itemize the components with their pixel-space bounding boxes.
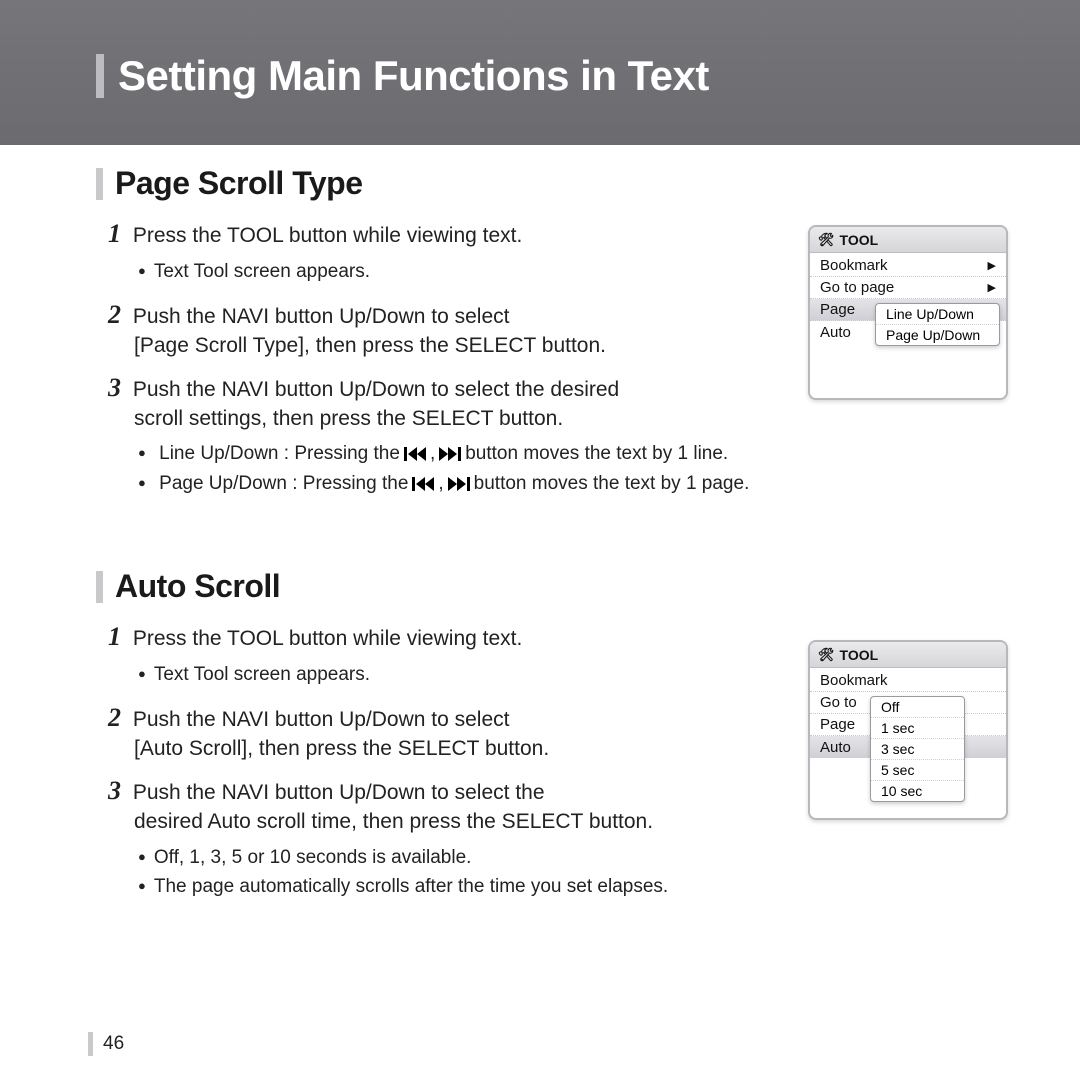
tool-row-bookmark: Bookmark	[810, 670, 1006, 692]
section-auto-scroll: Auto Scroll	[96, 568, 1020, 605]
tool-panel-auto-scroll: 🛠 TOOL Bookmark Go to Page Auto Off 1 se…	[808, 640, 1008, 820]
prev-track-icon	[404, 447, 426, 461]
next-track-icon	[439, 447, 461, 461]
step-number: 2	[108, 700, 121, 735]
page-number-wrap: 46	[88, 1032, 124, 1056]
popup-option: 1 sec	[871, 718, 964, 739]
next-track-icon	[448, 477, 470, 491]
page-number-rule	[88, 1032, 93, 1056]
section-title: Page Scroll Type	[115, 165, 363, 202]
bullet-text: button moves the text by 1 line.	[465, 439, 728, 468]
bullet-text: The page automatically scrolls after the…	[138, 872, 1020, 901]
step-text: scroll settings, then press the SELECT b…	[134, 405, 1020, 433]
popup-auto-scroll-options: Off 1 sec 3 sec 5 sec 10 sec	[870, 696, 965, 802]
tool-row-label: Page	[820, 301, 855, 318]
step-number: 3	[108, 773, 121, 808]
popup-option: Off	[871, 697, 964, 718]
tool-row-label: Go to page	[820, 279, 894, 296]
tool-row-label: Go to	[820, 694, 857, 711]
step-text: Push the NAVI button Up/Down to select t…	[133, 378, 619, 401]
section-title: Auto Scroll	[115, 568, 280, 605]
popup-option: 5 sec	[871, 760, 964, 781]
popup-option: 10 sec	[871, 781, 964, 801]
tool-panel-header: 🛠 TOOL	[810, 642, 1006, 668]
popup-page-scroll-options: Line Up/Down Page Up/Down	[875, 303, 1000, 346]
popup-option: Line Up/Down	[876, 304, 999, 325]
tool-row-label: Bookmark	[820, 257, 888, 274]
bullet-text: ,	[438, 469, 443, 498]
tool-icon: 🛠	[818, 647, 835, 663]
bullet-text: Page Up/Down : Pressing the	[159, 469, 408, 498]
step-text: Press the TOOL button while viewing text…	[133, 224, 522, 247]
chevron-right-icon: ▶	[988, 259, 996, 272]
step-text: Push the NAVI button Up/Down to select	[133, 708, 510, 731]
bullet-text: Off, 1, 3, 5 or 10 seconds is available.	[138, 843, 1020, 872]
bullet-text: ,	[430, 439, 435, 468]
step-number: 1	[108, 216, 121, 251]
tool-row-bookmark: Bookmark ▶	[810, 255, 1006, 277]
header-rule	[96, 54, 104, 98]
chevron-right-icon: ▶	[988, 281, 996, 294]
tool-icon: 🛠	[818, 232, 835, 248]
prev-track-icon	[412, 477, 434, 491]
step-text: Push the NAVI button Up/Down to select t…	[133, 781, 545, 804]
tool-panel-header: 🛠 TOOL	[810, 227, 1006, 253]
header-band: Setting Main Functions in Text	[0, 0, 1080, 145]
tool-row-label: Auto	[820, 324, 851, 341]
bullet-text: button moves the text by 1 page.	[474, 469, 750, 498]
tool-row-label: Auto	[820, 739, 851, 756]
step-text: Push the NAVI button Up/Down to select	[133, 305, 510, 328]
step-text: Press the TOOL button while viewing text…	[133, 627, 522, 650]
tool-row-label: Bookmark	[820, 672, 888, 689]
tool-row-label: Page	[820, 716, 855, 733]
section-rule	[96, 168, 103, 200]
tool-title: TOOL	[840, 647, 879, 663]
popup-option: 3 sec	[871, 739, 964, 760]
tool-panel-page-scroll: 🛠 TOOL Bookmark ▶ Go to page ▶ Page Auto…	[808, 225, 1008, 400]
page-title: Setting Main Functions in Text	[118, 52, 709, 100]
step-number: 2	[108, 297, 121, 332]
bullet-text: Line Up/Down : Pressing the	[159, 439, 400, 468]
bullet-page-updown: Page Up/Down : Pressing the , button mov…	[138, 469, 1020, 498]
page-number: 46	[103, 1033, 124, 1055]
bullet-line-updown: Line Up/Down : Pressing the , button mov…	[138, 439, 1020, 468]
tool-title: TOOL	[840, 232, 879, 248]
tool-row-go-to-page: Go to page ▶	[810, 277, 1006, 299]
step-number: 1	[108, 619, 121, 654]
popup-option: Page Up/Down	[876, 325, 999, 345]
section-rule	[96, 571, 103, 603]
section-page-scroll-type: Page Scroll Type	[96, 165, 1020, 202]
step-number: 3	[108, 370, 121, 405]
